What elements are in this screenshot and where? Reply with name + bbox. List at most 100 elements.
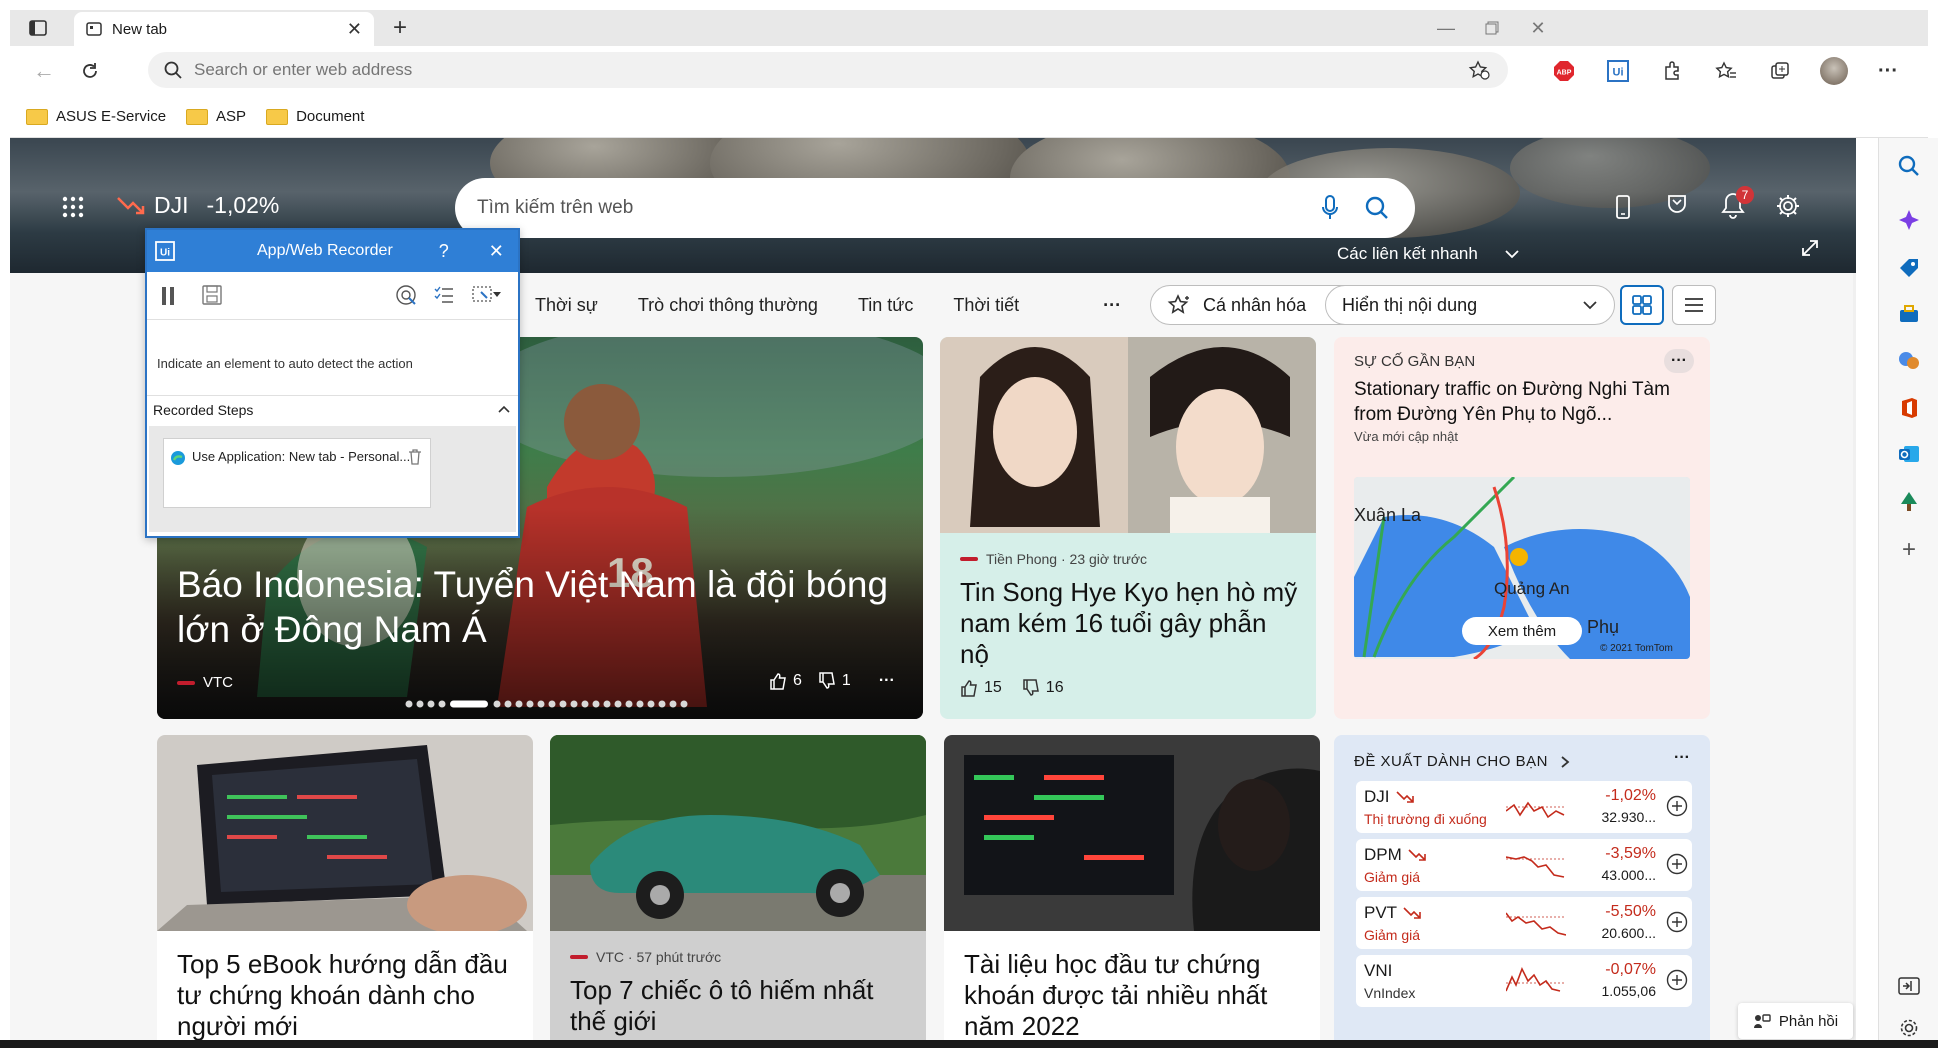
sidebar-search-icon[interactable] <box>1895 152 1923 180</box>
sidebar-add-button[interactable]: + <box>1895 536 1923 564</box>
svg-text:ABP: ABP <box>1557 70 1572 77</box>
expand-icon[interactable] <box>1800 238 1820 258</box>
restore-icon[interactable] <box>1476 12 1508 44</box>
content-display-select[interactable]: Hiển thị nội dung <box>1325 285 1615 325</box>
add-watchlist-icon[interactable] <box>1666 853 1688 875</box>
page-scrollbar[interactable] <box>1853 273 1856 1048</box>
bookmark-asp[interactable]: ASP <box>186 108 246 125</box>
nav-item-tro-choi[interactable]: Trò chơi thông thường <box>638 295 818 316</box>
steps-list-icon[interactable] <box>433 284 455 306</box>
stock-row-pvt[interactable]: PVT Giảm giá -5,50% 20.600... <box>1356 897 1692 949</box>
apps-grid-icon[interactable] <box>62 196 84 218</box>
like-button[interactable]: 15 <box>960 679 1002 697</box>
collections-icon[interactable] <box>1764 55 1796 87</box>
refresh-icon[interactable] <box>74 55 106 87</box>
recorded-step-item[interactable]: Use Application: New tab - Personal... <box>163 438 431 508</box>
add-watchlist-icon[interactable] <box>1666 795 1688 817</box>
delete-step-icon[interactable] <box>408 449 422 465</box>
new-tab-button[interactable]: + <box>384 12 416 44</box>
close-window-icon[interactable]: ✕ <box>1522 12 1554 44</box>
featured-more-button[interactable]: ··· <box>879 672 895 690</box>
article-card-ebook[interactable]: Top 5 eBook hướng dẫn đầu tư chứng khoán… <box>157 735 533 1048</box>
dislike-button[interactable]: 16 <box>1022 679 1064 697</box>
sidebar-tree-icon[interactable] <box>1895 488 1923 516</box>
feedback-button[interactable]: Phản hồi <box>1738 1003 1853 1039</box>
nav-item-thoi-tiet[interactable]: Thời tiết <box>953 295 1019 316</box>
bookmark-document[interactable]: Document <box>266 108 364 125</box>
dislike-button[interactable]: 1 <box>818 672 851 690</box>
profile-avatar[interactable] <box>1818 55 1850 87</box>
sidebar-collapse-icon[interactable] <box>1895 972 1923 1000</box>
tab-new-tab[interactable]: New tab ✕ <box>74 12 374 46</box>
rewards-icon[interactable] <box>1665 194 1689 220</box>
close-tab-icon[interactable]: ✕ <box>347 19 362 40</box>
microphone-icon[interactable] <box>1321 195 1339 221</box>
bookmark-asus-eservice[interactable]: ASUS E-Service <box>26 108 166 125</box>
save-steps-icon[interactable] <box>201 284 223 306</box>
stock-row-dpm[interactable]: DPM Giảm giá -3,59% 43.000... <box>1356 839 1692 891</box>
like-button[interactable]: 6 <box>769 672 802 690</box>
page-settings-icon[interactable] <box>1775 193 1801 219</box>
grid-layout-button[interactable] <box>1620 285 1664 325</box>
sidebar-discover-icon[interactable] <box>1895 206 1923 234</box>
stocks-heading[interactable]: ĐỀ XUẤT DÀNH CHO BẠN <box>1354 753 1570 770</box>
web-search-box[interactable]: Tìm kiếm trên web <box>455 178 1415 238</box>
documents-headline[interactable]: Tài liệu học đầu tư chứng khoán được tải… <box>964 949 1304 1042</box>
uipath-extension-icon[interactable]: Ui <box>1602 55 1634 87</box>
favorites-icon[interactable] <box>1710 55 1742 87</box>
tab-actions-icon[interactable] <box>22 12 54 44</box>
nav-more-button[interactable]: ··· <box>1103 295 1121 316</box>
target-icon[interactable] <box>395 284 417 306</box>
map-credit: © 2021 TomTom <box>1600 643 1673 654</box>
sidebar-tools-icon[interactable] <box>1895 300 1923 328</box>
settings-more-icon[interactable]: ··· <box>1872 55 1904 87</box>
ebook-headline[interactable]: Top 5 eBook hướng dẫn đầu tư chứng khoán… <box>177 949 517 1042</box>
back-icon[interactable]: ← <box>28 55 60 87</box>
add-watchlist-icon[interactable] <box>1666 969 1688 991</box>
quick-links-toggle[interactable]: Các liên kết nhanh <box>1337 244 1520 264</box>
carousel-dots[interactable] <box>405 699 705 709</box>
traffic-title[interactable]: Stationary traffic on Đường Nghi Tàm fro… <box>1354 377 1694 427</box>
address-bar[interactable] <box>148 52 1508 88</box>
minimize-icon[interactable]: — <box>1430 12 1462 44</box>
recorder-help-button[interactable]: ? <box>439 241 449 262</box>
nav-item-tin-tuc[interactable]: Tin tức <box>858 295 913 316</box>
sidebar-outlook-icon[interactable] <box>1895 440 1923 468</box>
celeb-reactions: 15 16 <box>960 679 1064 697</box>
stock-row-dji[interactable]: DJI Thị trường đi xuống -1,02% 32.930... <box>1356 781 1692 833</box>
stock-row-vni[interactable]: VNI VnIndex -0,07% 1.055,06 <box>1356 955 1692 1007</box>
extensions-icon[interactable] <box>1656 55 1688 87</box>
pause-icon[interactable] <box>161 286 175 306</box>
address-input[interactable] <box>194 60 1294 80</box>
article-card-cars[interactable]: VTC · 57 phút trước Top 7 chiếc ô tô hiế… <box>550 735 926 1048</box>
adblock-extension-icon[interactable]: ABP <box>1548 55 1580 87</box>
add-favorite-icon[interactable] <box>1468 60 1490 80</box>
recorder-titlebar[interactable]: Ui App/Web Recorder ? ✕ <box>147 230 518 272</box>
search-submit-icon[interactable] <box>1365 196 1389 220</box>
article-card-celebrity[interactable]: Tiền Phong · 23 giờ trước Tin Song Hye K… <box>940 337 1316 719</box>
featured-headline[interactable]: Báo Indonesia: Tuyển Việt Nam là đội bón… <box>177 562 897 652</box>
capture-options-icon[interactable] <box>471 284 503 306</box>
like-count: 15 <box>984 679 1002 696</box>
sidebar-games-icon[interactable] <box>1895 346 1923 374</box>
recorded-steps-header[interactable]: Recorded Steps <box>147 396 518 424</box>
sidebar-settings-icon[interactable] <box>1895 1014 1923 1042</box>
celeb-headline[interactable]: Tin Song Hye Kyo hẹn hò mỹ nam kém 16 tu… <box>960 577 1300 670</box>
add-watchlist-icon[interactable] <box>1666 911 1688 933</box>
see-more-button[interactable]: Xem thêm <box>1462 617 1582 645</box>
sidebar-office-icon[interactable] <box>1895 394 1923 422</box>
web-search-input[interactable]: Tìm kiếm trên web <box>477 197 1321 219</box>
chevron-up-icon[interactable] <box>498 405 510 413</box>
trend-down-icon <box>1403 907 1421 919</box>
ticker-widget[interactable]: DJI -1,02% <box>116 192 279 219</box>
traffic-more-button[interactable]: ··· <box>1664 349 1694 373</box>
recorder-close-icon[interactable]: ✕ <box>489 241 504 262</box>
stocks-more-button[interactable]: ··· <box>1674 749 1690 767</box>
article-card-documents[interactable]: Tài liệu học đầu tư chứng khoán được tải… <box>944 735 1320 1048</box>
sidebar-shopping-icon[interactable] <box>1895 254 1923 282</box>
mobile-icon[interactable] <box>1615 194 1631 220</box>
list-layout-button[interactable] <box>1672 285 1716 325</box>
cars-headline[interactable]: Top 7 chiếc ô tô hiếm nhất thế giới <box>570 975 910 1037</box>
notifications-icon[interactable]: 7 <box>1720 186 1754 220</box>
nav-item-thoi-su[interactable]: Thời sự <box>535 295 598 316</box>
